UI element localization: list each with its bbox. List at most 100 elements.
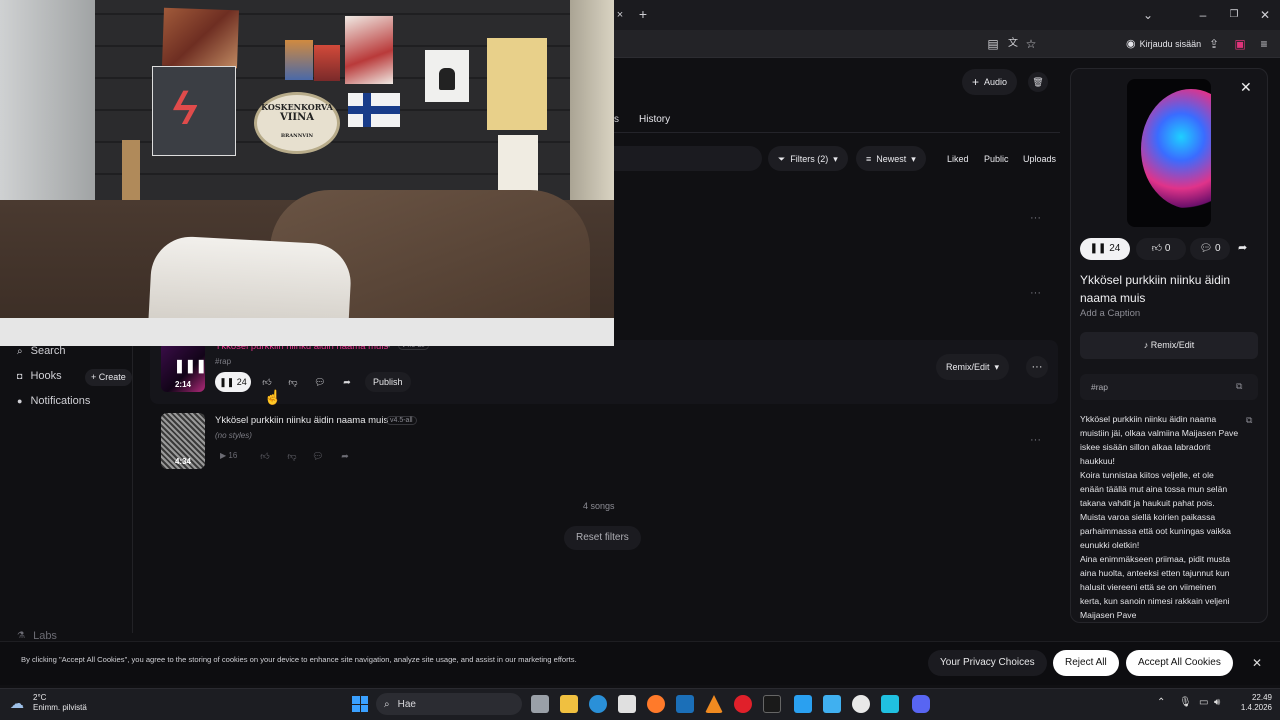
firefox-icon[interactable] [647,695,665,713]
more-options-icon[interactable]: ··· [1030,287,1041,299]
filter-liked-button[interactable]: Liked [937,146,979,171]
panel-remix-edit-button[interactable]: ♪ Remix/Edit [1080,332,1258,359]
song-cover-image[interactable]: ❚❚❚ 2:14 [161,342,205,392]
taskbar-clock[interactable]: 22.49 1.4.2026 [1236,693,1272,713]
filters-button[interactable]: ⏷ Filters (2) ▾ [768,146,848,171]
share-icon[interactable]: ➦ [1238,241,1247,254]
play-count: 16 [228,451,238,460]
reset-filters-button[interactable]: Reset filters [564,526,641,550]
sidebar-item-search[interactable]: ⌕ Search [17,345,65,357]
poster-image [285,40,313,80]
create-hook-button[interactable]: + Create [85,369,132,386]
chatgpt-icon[interactable] [852,695,870,713]
panel-like-button[interactable]: 👍︎ 0 [1136,238,1186,260]
edge-icon[interactable] [589,695,607,713]
close-panel-icon[interactable]: ✕ [1240,79,1252,96]
song-cover-image[interactable]: 4:34 [161,413,205,469]
file-explorer-icon[interactable] [560,695,578,713]
tray-chevron-icon[interactable]: ⌃ [1157,697,1165,708]
lyrics-line: aina huolta, anteeksi etten tajunnut kun [1080,568,1230,578]
signin-button[interactable]: ◉ Kirjaudu sisään [1126,35,1201,53]
extension-badge-icon[interactable]: ▣ [1232,36,1248,52]
weather-widget[interactable]: 2°C Enimm. pilvistä [33,693,87,713]
comment-icon[interactable]: 💬︎ [308,446,328,466]
reject-all-button[interactable]: Reject All [1053,650,1119,676]
privacy-choices-button[interactable]: Your Privacy Choices [928,650,1047,676]
microphone-icon[interactable]: 🎙︎ [1179,697,1192,708]
trash-icon[interactable]: 🗑 [1028,72,1048,92]
play-button[interactable]: ▶ 16 [220,451,237,460]
paint-icon[interactable] [794,695,812,713]
poster-image [487,38,547,130]
close-banner-icon[interactable]: ✕ [1252,656,1262,670]
dislike-icon[interactable]: 👎︎ [282,446,302,466]
tab-list-chevron-icon[interactable]: ⌄ [1140,7,1156,23]
remix-edit-button[interactable]: Remix/Edit ▾ [936,354,1010,380]
share-icon[interactable]: ➦ [335,446,355,466]
filter-uploads-button[interactable]: Uploads [1013,146,1066,171]
more-options-icon[interactable]: ··· [1030,434,1041,446]
comment-icon: 💬︎ [1199,243,1213,254]
like-icon[interactable]: 👍︎ [255,446,275,466]
publish-button[interactable]: Publish [365,372,411,392]
task-view-icon[interactable] [531,695,549,713]
panel-comment-button[interactable]: 💬︎ 0 [1190,238,1230,260]
comment-icon[interactable]: 💬︎ [310,372,330,392]
sidebar-item-labs[interactable]: ⚗ Labs [17,631,57,640]
opera-icon[interactable] [734,695,752,713]
copy-icon[interactable]: ⧉ [1236,381,1242,392]
more-options-icon[interactable]: ··· [1026,356,1048,378]
song-title[interactable]: Ykkösel purkkiin niinku äidin naama muis [215,415,388,426]
poster-image [162,7,239,69]
sidebar-item-label: Notifications [30,395,91,407]
store-icon[interactable] [618,695,636,713]
discord-icon[interactable] [912,695,930,713]
windows-start-icon[interactable] [352,696,368,712]
lyrics-line: muistiin jäi, olkaa valmiina Maijasen Pa… [1080,428,1239,438]
photos-icon[interactable] [823,695,841,713]
lyrics-line: haukkuu! [1080,456,1115,466]
tab-history[interactable]: History [639,114,670,125]
reader-view-icon[interactable]: ▤ [985,36,1001,52]
minimize-icon[interactable]: – [1195,7,1211,23]
search-songs-input[interactable] [614,146,762,171]
translate-icon[interactable]: 文 [1005,36,1021,52]
share-icon[interactable]: ➦ [337,372,357,392]
plus-icon: + [972,75,980,89]
search-icon: ⌕ [384,698,390,710]
network-icon[interactable]: ▭ [1199,697,1208,708]
pause-icon: ❚❚ [219,377,235,387]
tab-close-icon[interactable]: × [612,7,628,23]
volume-icon[interactable]: 🔊︎ [1214,697,1220,708]
tabs-divider [614,132,1060,133]
cover-art-image[interactable] [1127,79,1211,227]
notepad-icon[interactable] [881,695,899,713]
pause-button[interactable]: ❚❚ 24 [215,372,251,392]
steam-icon[interactable] [676,695,694,713]
favorite-star-icon[interactable]: ☆ [1023,36,1039,52]
accept-all-cookies-button[interactable]: Accept All Cookies [1126,650,1233,676]
sort-button[interactable]: ≡ Newest ▾ [856,146,926,171]
play-count: 24 [236,377,247,387]
profile-icon: ◉ [1126,38,1136,50]
sidebar-item-hooks[interactable]: ◘ Hooks [17,370,62,382]
add-caption-link[interactable]: Add a Caption [1080,308,1140,319]
window-close-icon[interactable]: ✕ [1257,7,1273,23]
weather-icon[interactable]: ☁ [10,695,24,712]
panel-pause-button[interactable]: ❚❚ 24 [1080,238,1130,260]
add-audio-button[interactable]: + Audio [962,69,1018,95]
taskbar-search-box[interactable]: ⌕ Hae [376,693,522,715]
tab-partial[interactable]: s [614,114,619,125]
sidebar-item-notifications[interactable]: ● Notifications [17,395,90,407]
terminal-icon[interactable] [763,695,781,713]
sidebar-item-label: Hooks [30,370,62,382]
browser-menu-icon[interactable]: ≡ [1256,36,1272,52]
weather-temp: 2°C [33,693,47,702]
new-tab-icon[interactable]: + [635,6,651,22]
lyrics-line: Ykkösel purkkiin niinku äidin naama [1080,414,1217,424]
extensions-icon[interactable]: ⇪ [1206,36,1222,52]
filter-public-button[interactable]: Public [974,146,1019,171]
more-options-icon[interactable]: ··· [1030,212,1041,224]
restore-icon[interactable]: ❐ [1226,7,1242,23]
dislike-icon[interactable]: 👎︎ [283,372,303,392]
